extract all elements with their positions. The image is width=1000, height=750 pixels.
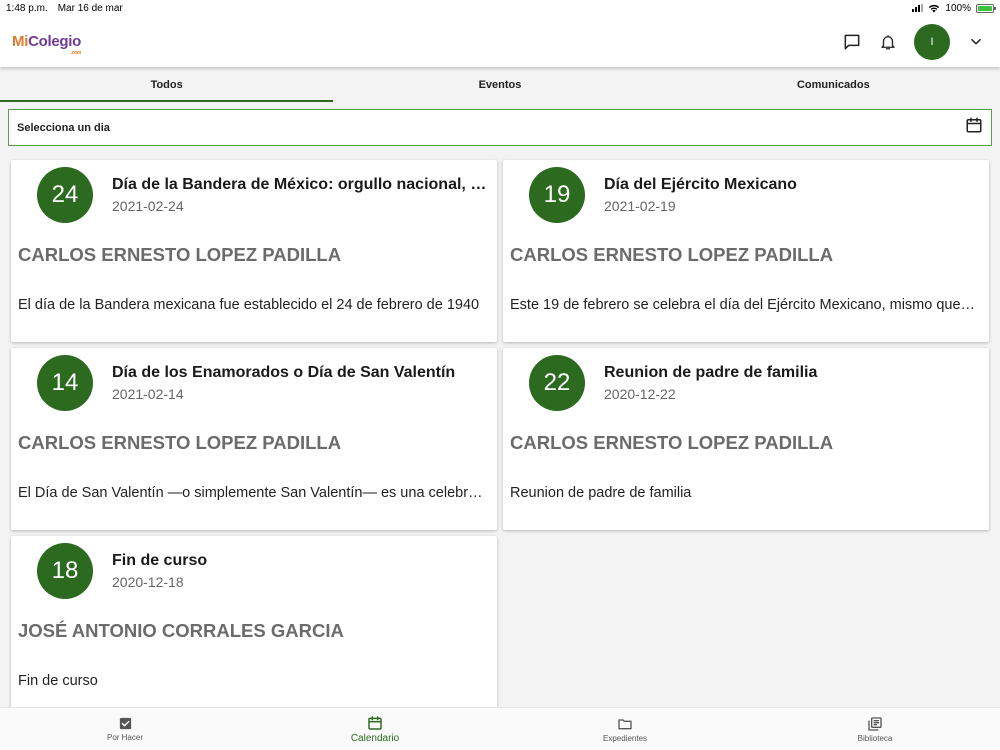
signal-icon (912, 4, 924, 12)
folder-icon (618, 718, 632, 729)
chat-icon[interactable] (840, 30, 864, 54)
event-date: 2021-02-24 (112, 198, 184, 214)
status-date: Mar 16 de mar (57, 2, 123, 14)
status-bar: 1:48 p.m. Mar 16 de mar 100% (0, 0, 1000, 16)
event-author: CARLOS ERNESTO LOPEZ PADILLA (18, 244, 342, 265)
event-title: Día de la Bandera de México: orgullo nac… (112, 176, 487, 193)
nav-item-biblioteca[interactable]: Biblioteca (750, 708, 1000, 750)
event-description: El Día de San Valentín —o simplemente Sa… (18, 485, 484, 501)
bottom-nav: Por Hacer Calendario Expedientes Bibliot… (0, 707, 1000, 750)
event-day-badge: 18 (37, 543, 93, 599)
date-picker-field[interactable]: Selecciona un dia (8, 109, 992, 146)
event-author: CARLOS ERNESTO LOPEZ PADILLA (510, 244, 834, 265)
event-title: Fin de curso (112, 552, 208, 569)
chevron-down-icon[interactable] (964, 30, 988, 54)
event-date: 2021-02-19 (604, 198, 676, 214)
event-author: CARLOS ERNESTO LOPEZ PADILLA (18, 432, 342, 453)
event-date: 2021-02-14 (112, 386, 184, 402)
event-author: CARLOS ERNESTO LOPEZ PADILLA (510, 432, 834, 453)
tab-eventos[interactable]: Eventos (333, 67, 666, 102)
event-card[interactable]: 19 Día del Ejército Mexicano 2021-02-19 … (503, 160, 989, 342)
event-card[interactable]: 18 Fin de curso 2020-12-18 JOSÉ ANTONIO … (11, 536, 497, 711)
event-day-badge: 24 (37, 167, 93, 223)
calendar-icon[interactable] (965, 116, 983, 139)
event-title: Reunion de padre de familia (604, 364, 818, 381)
event-card[interactable]: 24 Día de la Bandera de México: orgullo … (11, 160, 497, 342)
header-actions: I (840, 23, 988, 60)
event-title: Día de los Enamorados o Día de San Valen… (112, 364, 456, 381)
event-day-badge: 14 (37, 355, 93, 411)
filter-tabs: Todos Eventos Comunicados (0, 67, 1000, 102)
library-icon (868, 716, 882, 731)
date-picker-label: Selecciona un dia (17, 121, 110, 134)
nav-item-calendario[interactable]: Calendario (250, 708, 500, 750)
event-description: Reunion de padre de familia (510, 485, 692, 501)
calendar-icon (368, 715, 382, 730)
bell-icon[interactable] (876, 30, 900, 54)
event-description: El día de la Bandera mexicana fue establ… (18, 297, 480, 313)
tab-comunicados[interactable]: Comunicados (667, 67, 1000, 102)
event-card[interactable]: 22 Reunion de padre de familia 2020-12-2… (503, 348, 989, 530)
battery-icon (976, 3, 996, 13)
event-author: JOSÉ ANTONIO CORRALES GARCIA (18, 620, 344, 641)
event-day-badge: 19 (529, 167, 585, 223)
status-time: 1:48 p.m. (6, 2, 48, 14)
status-indicators: 100% (912, 2, 996, 14)
checkbox-icon (119, 717, 131, 730)
event-title: Día del Ejército Mexicano (604, 176, 797, 193)
nav-item-por-hacer[interactable]: Por Hacer (0, 708, 250, 750)
event-date: 2020-12-22 (604, 386, 676, 402)
nav-item-expedientes[interactable]: Expedientes (500, 708, 750, 750)
avatar[interactable]: I (914, 23, 950, 60)
app-header: MiColegio .com I (0, 16, 1000, 67)
event-day-badge: 22 (529, 355, 585, 411)
event-card[interactable]: 14 Día de los Enamorados o Día de San Va… (11, 348, 497, 530)
battery-percent: 100% (945, 2, 971, 14)
event-description: Este 19 de febrero se celebra el día del… (510, 297, 976, 313)
tab-todos[interactable]: Todos (0, 67, 334, 102)
event-description: Fin de curso (18, 673, 98, 689)
app-logo[interactable]: MiColegio .com (12, 33, 81, 56)
event-date: 2020-12-18 (112, 574, 184, 590)
wifi-icon (929, 4, 940, 12)
